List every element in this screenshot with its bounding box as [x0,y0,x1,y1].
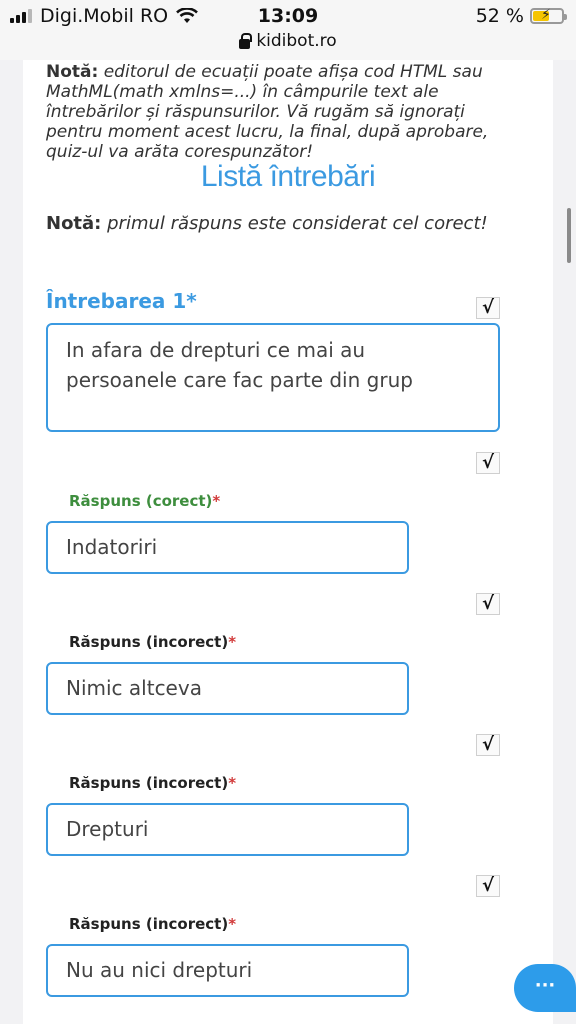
url-text: kidibot.ro [256,31,337,51]
answer-input[interactable]: Indatoriri [46,521,409,574]
answer-label-incorrect: Răspuns (incorect)* [69,915,236,933]
answer-input[interactable]: Nimic altceva [46,662,409,715]
answer-label-text: Răspuns (incorect) [69,633,229,651]
answer-label-text: Răspuns (incorect) [69,774,229,792]
question-label: Întrebarea 1* [46,289,197,313]
answer-label-incorrect: Răspuns (incorect)* [69,633,236,651]
required-mark: * [228,774,237,792]
required-mark: * [212,492,221,510]
lock-icon [239,32,253,49]
page-title: Listă întrebări [200,160,376,193]
correct-answer-note: Notă: primul răspuns este considerat cel… [46,214,526,234]
editor-note-text: editorul de ecuații poate afișa cod HTML… [46,62,489,162]
answer-input[interactable]: Drepturi [46,803,409,856]
required-mark: * [228,915,237,933]
battery-info: 52 % ⚡ [475,5,567,27]
math-editor-icon[interactable]: √ [476,297,500,319]
chat-icon[interactable]: ··· [514,964,576,1012]
answer-label-text: Răspuns (corect) [69,492,213,510]
battery-icon: ⚡ [530,7,567,24]
quiz-editor: Notă: editorul de ecuații poate afișa co… [23,60,553,1024]
status-bar: Digi.Mobil RO 13:09 52 % ⚡ kidibot.ro [0,0,576,60]
answer-label-correct: Răspuns (corect)* [69,492,220,510]
required-mark: * [228,633,237,651]
answer-label-text: Răspuns (incorect) [69,915,229,933]
correct-note-text: primul răspuns este considerat cel corec… [107,213,488,234]
editor-note: Notă: editorul de ecuații poate afișa co… [46,62,516,162]
answer-label-incorrect: Răspuns (incorect)* [69,774,236,792]
math-editor-icon[interactable]: √ [476,875,500,897]
editor-note-label: Notă: [46,62,99,82]
answer-input[interactable]: Nu au nici drepturi [46,944,409,997]
scrollbar[interactable] [567,208,571,263]
question-input[interactable]: In afara de drepturi ce mai au persoanel… [46,323,500,432]
address-bar[interactable]: kidibot.ro [0,31,576,51]
math-editor-icon[interactable]: √ [476,734,500,756]
correct-note-label: Notă: [46,213,102,234]
math-editor-icon[interactable]: √ [476,452,500,474]
battery-percent: 52 % [475,5,524,27]
math-editor-icon[interactable]: √ [476,593,500,615]
